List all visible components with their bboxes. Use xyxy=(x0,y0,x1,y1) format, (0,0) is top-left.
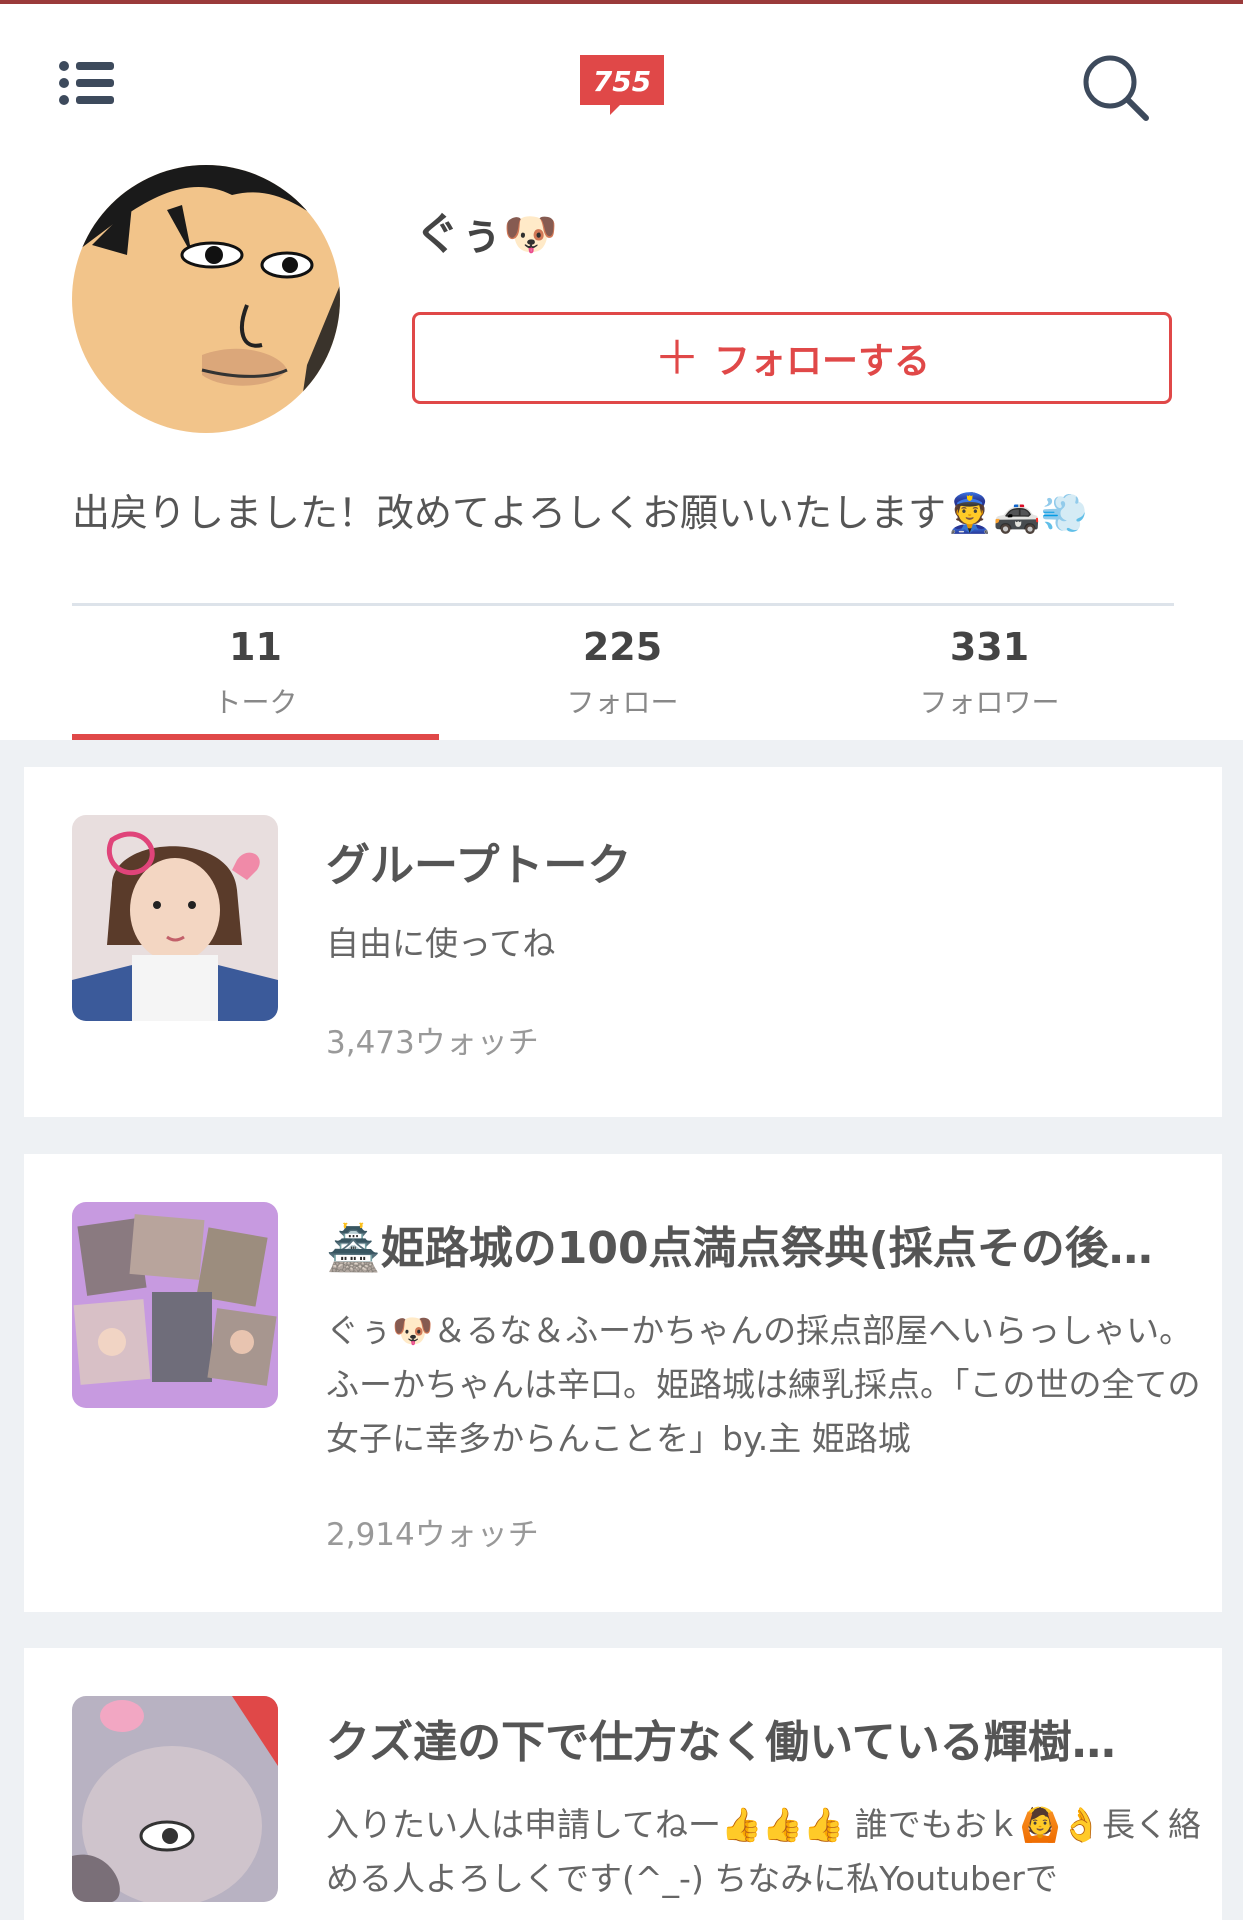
menu-button[interactable] xyxy=(58,58,118,108)
list-icon xyxy=(59,61,114,105)
following-count: 225 xyxy=(582,625,663,669)
talk-label: トーク xyxy=(213,686,298,719)
tab-following[interactable]: 225 フォロー xyxy=(439,625,806,721)
talk-card[interactable]: グループトーク 自由に使ってね 3,473ウォッチ xyxy=(24,767,1222,1117)
talk-card[interactable]: クズ達の下で仕方なく働いている輝樹… 入りたい人は申請してねー👍👍👍 誰でもおｋ… xyxy=(24,1648,1222,1920)
watch-count: 3,473ウォッチ xyxy=(326,1025,539,1061)
tab-talks[interactable]: 11 トーク xyxy=(72,625,439,721)
follow-label: フォローする xyxy=(713,341,930,382)
active-tab-indicator xyxy=(72,734,439,740)
follower-label: フォロワー xyxy=(919,686,1060,719)
avatar[interactable] xyxy=(72,165,340,433)
follow-button[interactable]: ＋ フォローする xyxy=(412,312,1172,404)
talk-card[interactable]: 🏯姫路城の100点満点祭典(採点その後… ぐぅ🐶＆るな＆ふーかちゃんの採点部屋へ… xyxy=(24,1154,1222,1612)
talk-description: 自由に使ってね xyxy=(326,924,556,963)
talk-description: ぐぅ🐶＆るな＆ふーかちゃんの採点部屋へいらっしゃい。ふーかちゃんは辛口。姫路城は… xyxy=(326,1311,1201,1458)
profile-name: ぐぅ🐶 xyxy=(415,209,558,260)
talk-thumbnail xyxy=(72,1696,278,1902)
logo-icon: 755 xyxy=(580,55,664,115)
status-line xyxy=(0,0,1243,4)
tab-followers[interactable]: 331 フォロワー xyxy=(806,625,1173,721)
plus-icon: ＋ xyxy=(653,331,700,385)
svg-text:755: 755 xyxy=(593,65,651,98)
profile-bio: 出戻りしました！改めてよろしくお願いいたします👮🚓💨 xyxy=(72,491,1088,535)
talk-count: 11 xyxy=(229,625,282,669)
talk-title: クズ達の下で仕方なく働いている輝樹… xyxy=(326,1717,1116,1768)
divider xyxy=(72,603,1174,606)
talk-title: グループトーク xyxy=(326,840,632,891)
app-logo[interactable]: 755 xyxy=(580,55,664,115)
talk-description: 入りたい人は申請してねー👍👍👍 誰でもおｋ🙆👌長く絡める人よろしくです(^_-)… xyxy=(326,1805,1201,1898)
search-icon xyxy=(1083,55,1149,121)
talk-thumbnail xyxy=(72,1202,278,1408)
talk-title: 🏯姫路城の100点満点祭典(採点その後… xyxy=(326,1223,1153,1274)
search-button[interactable] xyxy=(1080,52,1150,122)
follower-count: 331 xyxy=(949,625,1030,669)
following-label: フォロー xyxy=(566,686,679,719)
avatar-illustration xyxy=(72,165,340,433)
watch-count: 2,914ウォッチ xyxy=(326,1517,539,1553)
talk-thumbnail xyxy=(72,815,278,1021)
